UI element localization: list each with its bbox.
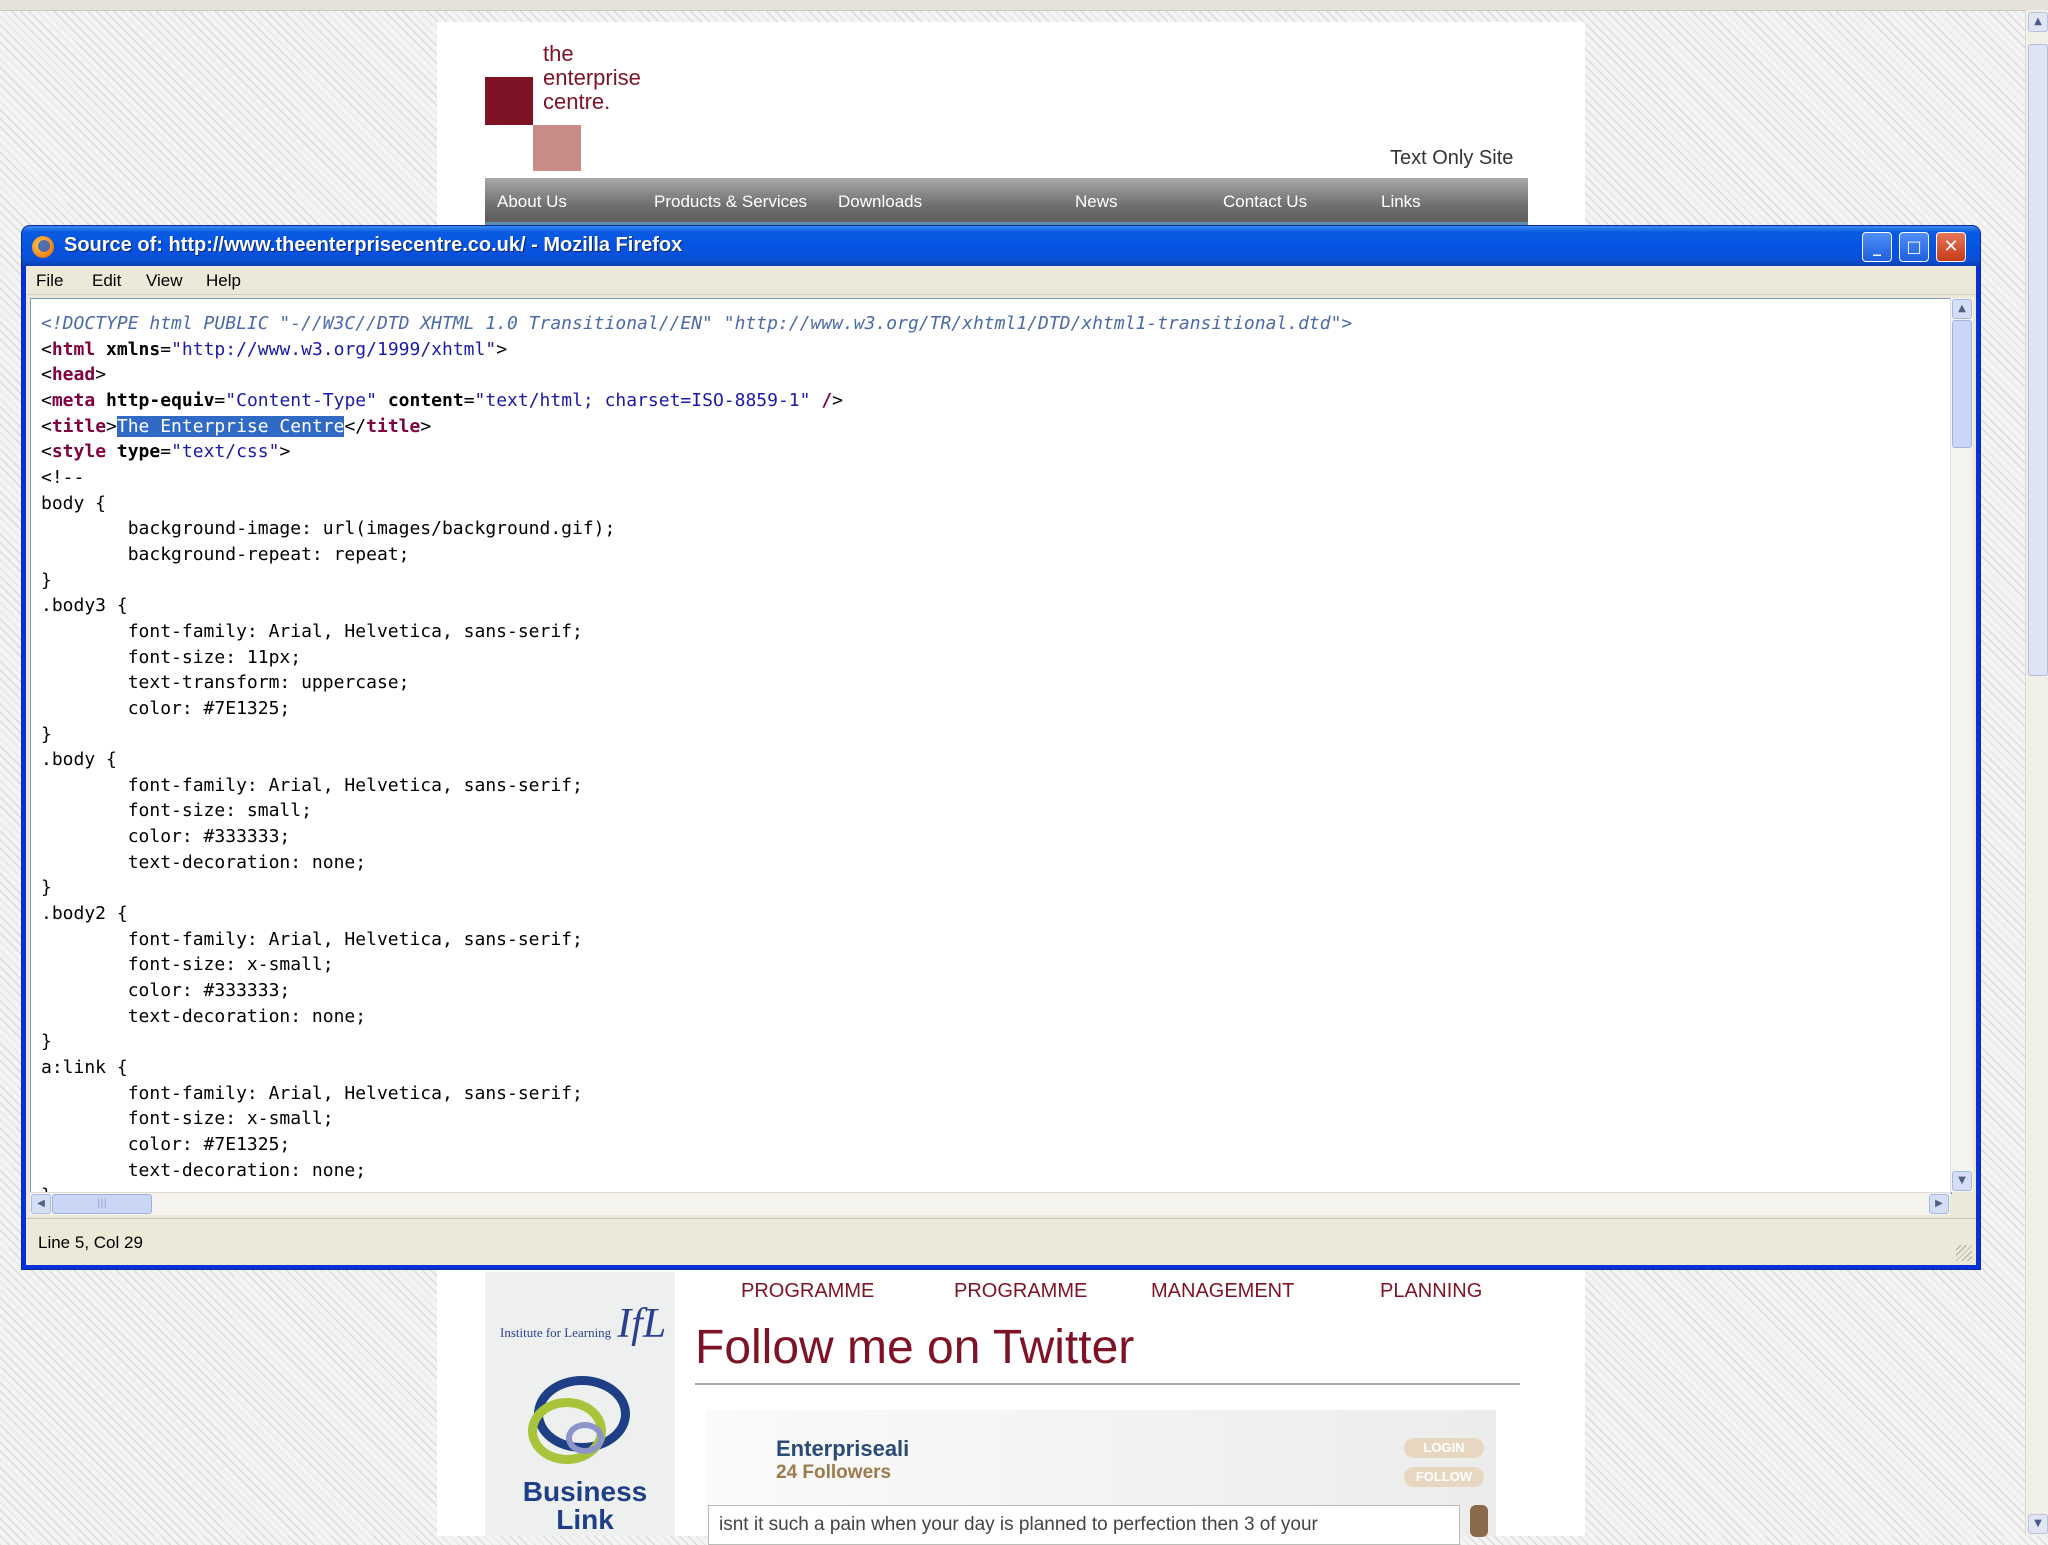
browser-top-edge bbox=[0, 0, 2048, 11]
css-line: font-family: Arial, Helvetica, sans-seri… bbox=[41, 774, 583, 796]
css-line: .body2 { bbox=[41, 903, 128, 925]
scrollbar-thumb[interactable] bbox=[1952, 320, 1972, 448]
css-line: } bbox=[41, 1031, 52, 1053]
nav-links[interactable]: Links bbox=[1381, 192, 1421, 212]
source-editor[interactable]: <!DOCTYPE html PUBLIC "-//W3C//DTD XHTML… bbox=[30, 298, 1952, 1194]
tweet-text: isnt it such a pain when your day is pla… bbox=[708, 1505, 1460, 1545]
scroll-down-icon[interactable]: ▼ bbox=[1952, 1171, 1972, 1191]
source-horizontal-scrollbar[interactable]: ◀ ||| ▶ bbox=[30, 1192, 1950, 1215]
menu-bar: File Edit View Help bbox=[26, 266, 1976, 295]
css-line: text-transform: uppercase; bbox=[41, 672, 410, 694]
logo-line: the bbox=[543, 41, 574, 66]
css-line: background-repeat: repeat; bbox=[41, 543, 410, 565]
menu-view[interactable]: View bbox=[146, 271, 183, 291]
xmlns-value: "http://www.w3.org/1999/xhtml" bbox=[171, 338, 497, 360]
meta-content-value: "text/html; charset=ISO-8859-1" bbox=[474, 389, 811, 411]
twitter-follow-button[interactable]: FOLLOW bbox=[1404, 1467, 1484, 1487]
css-line: a:link { bbox=[41, 1057, 128, 1079]
css-line: text-decoration: none; bbox=[41, 1005, 367, 1027]
scrollbar-thumb[interactable]: ||| bbox=[52, 1194, 152, 1214]
scroll-up-icon[interactable]: ▲ bbox=[2028, 12, 2048, 32]
nav-downloads[interactable]: Downloads bbox=[838, 192, 922, 212]
close-button[interactable]: ✕ bbox=[1936, 232, 1966, 262]
source-vertical-scrollbar[interactable]: ▲ ▼ bbox=[1950, 298, 1973, 1192]
menu-file[interactable]: File bbox=[36, 271, 63, 291]
css-line: body { bbox=[41, 492, 107, 514]
twitter-heading: Follow me on Twitter bbox=[695, 1321, 1135, 1374]
twitter-followers: 24 Followers bbox=[776, 1462, 892, 1483]
business-link-logo[interactable]: Business Link bbox=[520, 1478, 650, 1534]
nav-contact-us[interactable]: Contact Us bbox=[1223, 192, 1307, 212]
doctype-line: <!DOCTYPE html PUBLIC "-//W3C//DTD XHTML… bbox=[41, 313, 1353, 334]
css-line: font-size: 11px; bbox=[41, 646, 302, 668]
text-only-site-link[interactable]: Text Only Site bbox=[1390, 147, 1513, 170]
css-line: } bbox=[41, 877, 52, 899]
business-link-word: Link bbox=[556, 1504, 614, 1535]
twitter-username[interactable]: Enterpriseali bbox=[776, 1436, 909, 1462]
css-line: color: #7E1325; bbox=[41, 697, 291, 719]
meta-equiv-value: "Content-Type" bbox=[225, 389, 377, 411]
css-line: .body3 { bbox=[41, 595, 128, 617]
scroll-right-icon[interactable]: ▶ bbox=[1929, 1194, 1949, 1214]
scrollbar-thumb[interactable] bbox=[2028, 44, 2048, 676]
css-line: font-family: Arial, Helvetica, sans-seri… bbox=[41, 620, 583, 642]
nav-products-services[interactable]: Products & Services bbox=[654, 192, 807, 212]
css-line: font-size: small; bbox=[41, 800, 312, 822]
nav-about-us[interactable]: About Us bbox=[497, 192, 567, 212]
status-bar: Line 5, Col 29 bbox=[26, 1218, 1976, 1265]
business-link-logo-ring bbox=[566, 1422, 604, 1454]
maximize-button[interactable]: □ bbox=[1899, 232, 1929, 262]
css-line: font-family: Arial, Helvetica, sans-seri… bbox=[41, 928, 583, 950]
logo-square-dark bbox=[485, 77, 533, 125]
css-line: color: #333333; bbox=[41, 980, 291, 1002]
css-line: background-image: url(images/background.… bbox=[41, 518, 616, 540]
selected-title-text[interactable]: The Enterprise Centre bbox=[116, 415, 345, 437]
minimize-button[interactable]: _ bbox=[1862, 232, 1892, 262]
menu-edit[interactable]: Edit bbox=[92, 271, 121, 291]
css-line: font-size: x-small; bbox=[41, 1108, 334, 1130]
scroll-down-icon[interactable]: ▼ bbox=[2028, 1514, 2048, 1534]
management-link[interactable]: MANAGEMENT bbox=[1151, 1280, 1294, 1303]
divider bbox=[695, 1383, 1520, 1385]
css-line: } bbox=[41, 569, 52, 591]
source-code: <!DOCTYPE html PUBLIC "-//W3C//DTD XHTML… bbox=[41, 311, 1353, 1193]
css-line: <!-- bbox=[41, 466, 85, 488]
css-line: color: #333333; bbox=[41, 826, 291, 848]
title-bar[interactable]: Source of: http://www.theenterprisecentr… bbox=[22, 226, 1980, 266]
firefox-icon bbox=[32, 236, 54, 258]
css-line: .body { bbox=[41, 749, 117, 771]
site-logo[interactable]: the enterprise centre. bbox=[543, 42, 641, 114]
css-line: } bbox=[41, 723, 52, 745]
css-line: text-decoration: none; bbox=[41, 1159, 367, 1181]
resize-grip-icon[interactable] bbox=[1956, 1245, 1972, 1261]
css-line: font-family: Arial, Helvetica, sans-seri… bbox=[41, 1082, 583, 1104]
twitter-login-button[interactable]: LOGIN bbox=[1404, 1438, 1484, 1458]
view-source-window: Source of: http://www.theenterprisecentr… bbox=[22, 226, 1980, 1269]
logo-line: enterprise bbox=[543, 65, 641, 90]
business-link-word: Business bbox=[522, 1476, 648, 1507]
programme-link[interactable]: PROGRAMME bbox=[741, 1280, 874, 1303]
scroll-left-icon[interactable]: ◀ bbox=[31, 1194, 51, 1214]
logo-line: centre. bbox=[543, 89, 611, 114]
planning-link[interactable]: PLANNING bbox=[1380, 1280, 1482, 1303]
css-line: color: #7E1325; bbox=[41, 1134, 291, 1155]
ifl-logo[interactable]: Institute for Learning IfL bbox=[500, 1300, 666, 1348]
logo-square-light bbox=[533, 125, 581, 171]
nav-news[interactable]: News bbox=[1075, 192, 1118, 212]
style-type-value: "text/css" bbox=[171, 441, 280, 463]
window-title: Source of: http://www.theenterprisecentr… bbox=[64, 234, 683, 256]
browser-vertical-scrollbar[interactable]: ▲ ▼ bbox=[2025, 10, 2048, 1536]
menu-help[interactable]: Help bbox=[206, 271, 241, 291]
scroll-up-icon[interactable]: ▲ bbox=[1952, 299, 1972, 319]
css-line: font-size: x-small; bbox=[41, 954, 334, 976]
window-client: File Edit View Help <!DOCTYPE html PUBLI… bbox=[26, 266, 1976, 1265]
ifl-small-text: Institute for Learning bbox=[500, 1325, 612, 1340]
programme-link[interactable]: PROGRAMME bbox=[954, 1280, 1087, 1303]
tweet-scroll-knob[interactable] bbox=[1470, 1505, 1488, 1537]
ifl-big-text: IfL bbox=[617, 1301, 667, 1347]
site-nav: About Us Products & Services Downloads N… bbox=[485, 178, 1528, 226]
css-line: text-decoration: none; bbox=[41, 851, 367, 873]
cursor-position: Line 5, Col 29 bbox=[38, 1233, 143, 1252]
